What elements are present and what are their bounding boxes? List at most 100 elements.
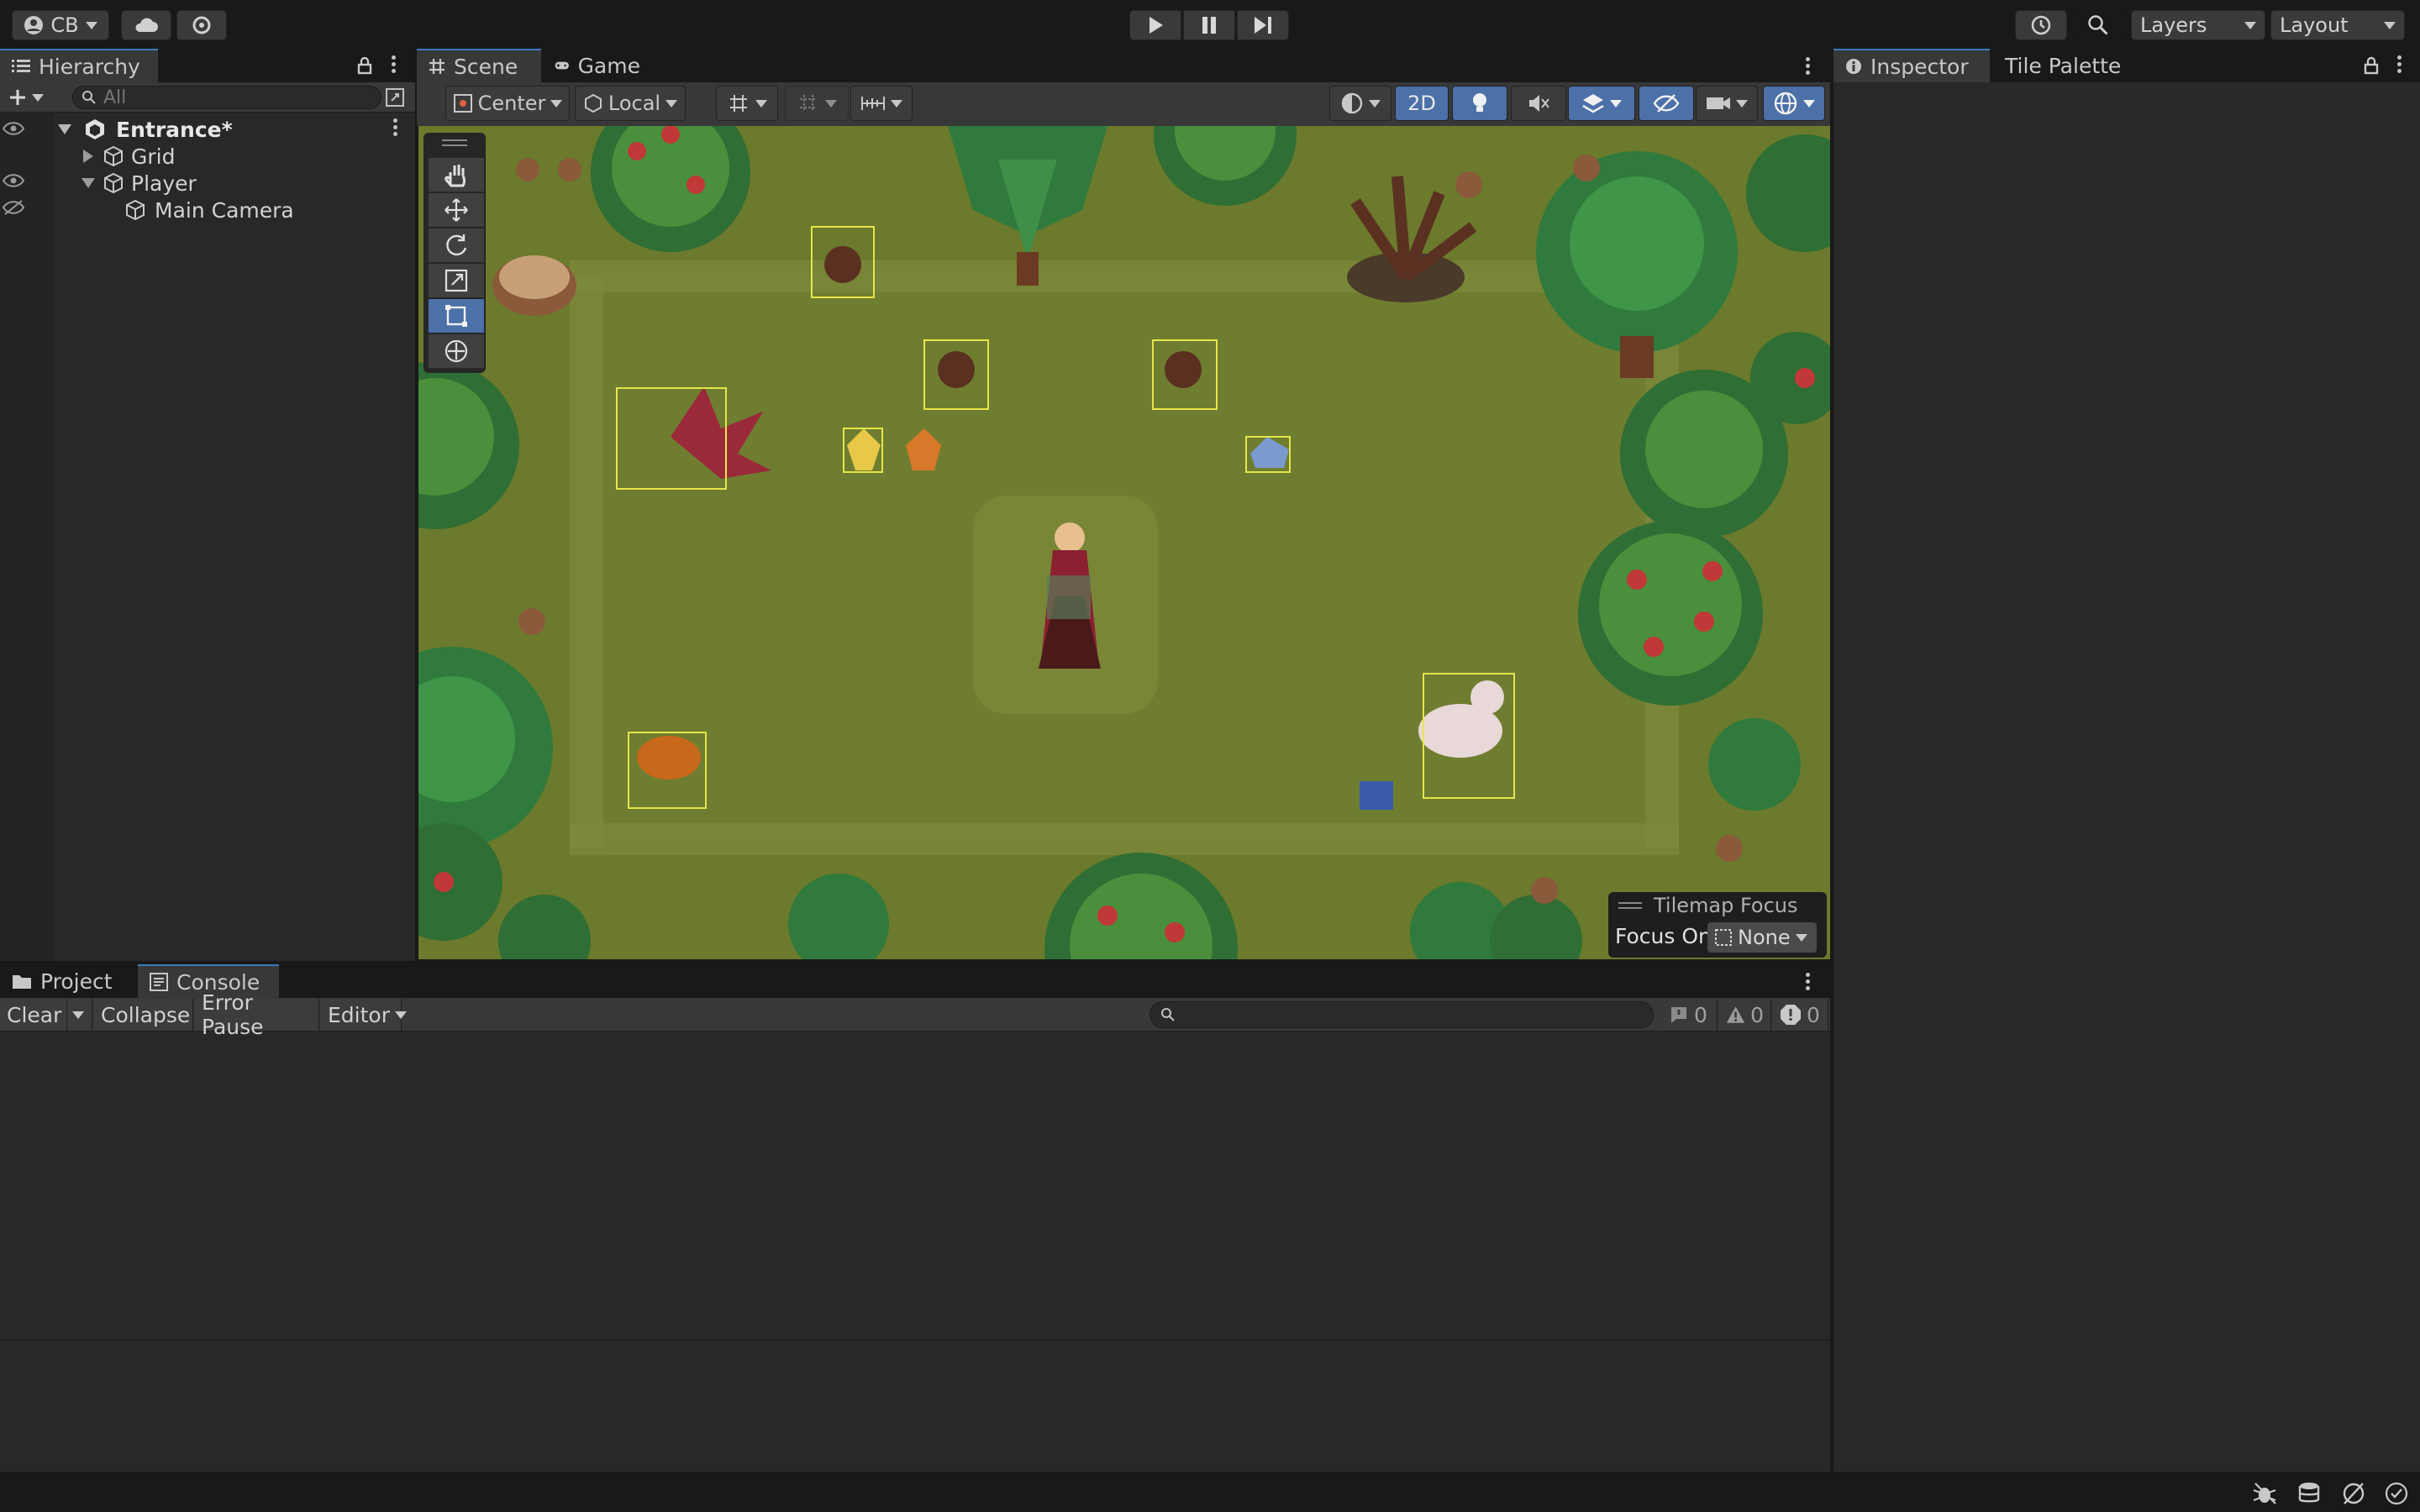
scene-canvas[interactable] xyxy=(418,126,1830,959)
step-icon xyxy=(1255,17,1271,34)
checkmark-icon[interactable] xyxy=(2385,1482,2408,1505)
more-options-icon[interactable] xyxy=(1805,57,1810,75)
grid-snapping-button[interactable] xyxy=(716,86,778,121)
warning-icon xyxy=(1726,1006,1745,1023)
effects-dropdown[interactable] xyxy=(1568,86,1635,121)
mute-icon xyxy=(1529,95,1549,112)
hidden-objects-toggle[interactable] xyxy=(1639,86,1694,121)
editor-dropdown[interactable]: Editor xyxy=(321,999,407,1031)
audio-toggle[interactable] xyxy=(1511,86,1566,121)
pause-button[interactable] xyxy=(1183,10,1235,40)
rotate-tool[interactable] xyxy=(429,228,484,262)
chest-prop[interactable] xyxy=(1360,781,1393,810)
ruler-button[interactable] xyxy=(850,86,913,121)
hierarchy-item-grid[interactable]: Grid xyxy=(0,143,413,170)
layout-label: Layout xyxy=(2280,13,2349,37)
error-count-toggle[interactable]: 0 xyxy=(1773,999,1828,1031)
create-button[interactable] xyxy=(8,86,55,109)
log-count: 0 xyxy=(1694,1002,1707,1027)
scene-icon xyxy=(86,119,104,139)
hierarchy-item-entrance[interactable]: Entrance* xyxy=(0,116,413,143)
pivot-label: Center xyxy=(477,92,546,115)
more-options-icon[interactable] xyxy=(1805,973,1810,990)
expand-arrow-icon[interactable] xyxy=(81,177,96,189)
expand-arrow-icon[interactable] xyxy=(82,149,94,164)
scale-icon xyxy=(445,269,468,292)
search-icon xyxy=(2088,15,2108,35)
warning-count-toggle[interactable]: 0 xyxy=(1719,999,1771,1031)
account-dropdown[interactable]: CB xyxy=(12,10,109,40)
layout-dropdown[interactable]: Layout xyxy=(2270,10,2405,40)
history-button[interactable] xyxy=(2015,10,2067,40)
error-pause-button[interactable]: Error Pause xyxy=(195,990,319,1039)
lightbulb-icon xyxy=(1473,93,1486,112)
gameobject-icon xyxy=(104,172,123,194)
tab-project[interactable]: Project xyxy=(0,964,134,998)
scene-visibility-icon[interactable] xyxy=(385,87,405,108)
space-dropdown[interactable]: Local xyxy=(575,86,686,121)
services-button[interactable] xyxy=(176,10,227,40)
visibility-gutter xyxy=(0,113,54,961)
rotate-icon xyxy=(446,234,467,256)
tab-game[interactable]: Game xyxy=(543,49,652,82)
cloud-button[interactable] xyxy=(121,10,171,40)
tab-label: Hierarchy xyxy=(39,54,140,79)
collapse-button[interactable]: Collapse xyxy=(94,999,193,1031)
increment-snap-button[interactable] xyxy=(785,86,849,121)
search-input[interactable] xyxy=(103,87,355,108)
hand-tool[interactable] xyxy=(429,158,484,192)
tab-inspector[interactable]: Inspector xyxy=(1833,49,1990,82)
hierarchy-item-main-camera[interactable]: Main Camera xyxy=(0,197,413,223)
chevron-down-icon xyxy=(1803,99,1815,108)
gizmos-dropdown[interactable] xyxy=(1763,86,1825,121)
lock-icon[interactable] xyxy=(2363,56,2380,75)
more-options-icon[interactable] xyxy=(392,118,397,136)
clear-options-dropdown[interactable] xyxy=(67,999,92,1031)
scale-tool[interactable] xyxy=(429,264,484,297)
gamepad-icon xyxy=(555,61,569,70)
tab-hierarchy[interactable]: Hierarchy xyxy=(0,49,158,82)
console-search[interactable] xyxy=(1150,1001,1654,1028)
cache-server-icon[interactable] xyxy=(2297,1482,2323,1505)
clear-label: Clear xyxy=(7,1002,62,1027)
auto-generate-lighting-icon[interactable] xyxy=(2341,1482,2366,1505)
pivot-dropdown[interactable]: Center xyxy=(445,86,570,121)
tab-scene[interactable]: Scene xyxy=(417,49,541,82)
chevron-down-icon xyxy=(891,99,902,108)
play-button[interactable] xyxy=(1129,10,1181,40)
hand-icon xyxy=(445,165,466,187)
hierarchy-search[interactable] xyxy=(72,86,381,109)
search-button[interactable] xyxy=(2072,10,2124,40)
debug-icon[interactable] xyxy=(2252,1482,2277,1505)
shading-mode-dropdown[interactable] xyxy=(1329,86,1392,121)
log-count-toggle[interactable]: 0 xyxy=(1662,999,1718,1031)
chevron-down-icon xyxy=(85,21,97,29)
more-options-icon[interactable] xyxy=(2396,55,2402,73)
rect-tool[interactable] xyxy=(429,299,484,333)
transform-tool[interactable] xyxy=(429,334,484,368)
drag-handle[interactable] xyxy=(1618,902,1642,909)
more-options-icon[interactable] xyxy=(391,55,396,73)
account-icon xyxy=(24,16,44,34)
console-panel: Project Console xyxy=(0,964,1830,1472)
mode-2d-button[interactable]: 2D xyxy=(1395,86,1449,121)
rect-icon xyxy=(445,305,467,327)
console-log-area[interactable] xyxy=(0,1033,1830,1341)
hierarchy-item-player[interactable]: Player xyxy=(0,170,413,197)
expand-arrow-icon[interactable] xyxy=(57,123,72,135)
clear-button[interactable]: Clear xyxy=(0,999,67,1031)
console-detail-area[interactable] xyxy=(0,1342,1830,1472)
lock-icon[interactable] xyxy=(356,56,373,75)
move-tool[interactable] xyxy=(429,193,484,227)
chevron-down-icon xyxy=(1736,99,1748,108)
scene-viewport[interactable] xyxy=(418,126,1830,959)
tab-tile-palette[interactable]: Tile Palette xyxy=(1993,49,2161,82)
main-toolbar: CB Layers Layout xyxy=(0,0,2420,49)
lighting-toggle[interactable] xyxy=(1452,86,1507,121)
info-icon xyxy=(1671,1007,1686,1023)
camera-dropdown[interactable] xyxy=(1696,86,1758,121)
focus-on-dropdown[interactable]: None xyxy=(1707,922,1817,953)
layers-dropdown[interactable]: Layers xyxy=(2131,10,2265,40)
drag-handle[interactable] xyxy=(442,139,467,146)
step-button[interactable] xyxy=(1237,10,1289,40)
